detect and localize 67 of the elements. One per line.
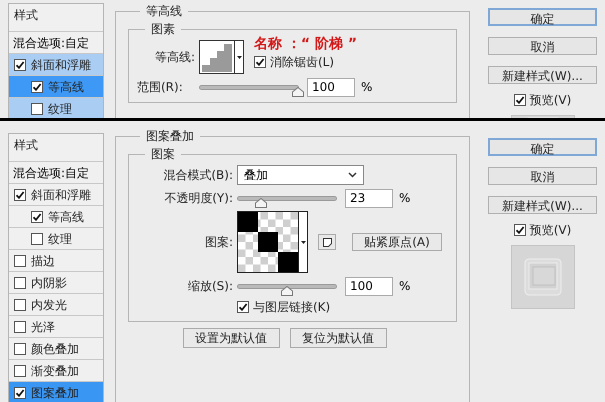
section-title: 等高线 — [145, 3, 183, 20]
dialog-button[interactable]: 确定 — [488, 8, 597, 26]
checkbox[interactable] — [14, 298, 26, 310]
value-field[interactable]: 23 — [345, 188, 393, 208]
style-list-item[interactable]: 纹理 — [9, 97, 103, 118]
dialog-button[interactable]: 确定 — [488, 138, 597, 156]
checkered-pattern-icon — [238, 212, 298, 272]
checkbox[interactable] — [31, 102, 43, 114]
unit-label: % — [399, 190, 410, 207]
field-label: 缩放(S): — [186, 278, 233, 295]
value-field[interactable]: 100 — [307, 78, 355, 96]
field-label: 不透明度(Y): — [163, 190, 233, 207]
checkbox[interactable] — [14, 254, 26, 266]
checkbox[interactable] — [31, 210, 43, 222]
chevron-down-icon — [348, 172, 357, 178]
contour-picker[interactable] — [199, 40, 244, 74]
checkbox[interactable] — [14, 342, 26, 354]
annotation-text: 名称 ：“ 阶梯 ” — [254, 35, 358, 53]
new-preset-button[interactable] — [318, 234, 336, 250]
group-title: 图素 — [150, 21, 176, 38]
checkbox[interactable] — [31, 232, 43, 244]
staircase-contour-icon — [200, 41, 234, 73]
snap-to-origin-button[interactable]: 贴紧原点(A) — [352, 233, 442, 251]
checkbox[interactable] — [14, 276, 26, 288]
unit-label: % — [361, 79, 372, 96]
checkbox-label: 预览(V) — [530, 92, 572, 109]
checkbox[interactable] — [254, 56, 266, 68]
style-list-item[interactable]: 等高线 — [9, 75, 103, 97]
checkbox[interactable] — [14, 58, 26, 70]
checkbox[interactable] — [514, 94, 526, 106]
style-list-item[interactable]: 斜面和浮雕 — [9, 53, 103, 75]
dropdown-arrow-icon — [236, 56, 242, 58]
dialog-button[interactable]: 取消 — [488, 167, 597, 185]
checkbox[interactable] — [237, 301, 249, 313]
dialog-button[interactable]: 取消 — [488, 37, 597, 55]
page-icon — [322, 238, 332, 246]
dialog-button[interactable]: 新建样式(W)... — [488, 196, 597, 214]
checkbox-label: 与图层链接(K) — [253, 299, 330, 316]
checkbox[interactable] — [14, 320, 26, 332]
default-button[interactable]: 设置为默认值 — [182, 328, 280, 348]
field-label: 范围(R): — [137, 79, 184, 96]
slider-thumb[interactable] — [292, 86, 304, 96]
default-button[interactable]: 复位为默认值 — [290, 328, 386, 348]
checkbox[interactable] — [14, 386, 26, 398]
slider-thumb[interactable] — [254, 198, 267, 208]
checkbox[interactable] — [14, 188, 26, 200]
dialog-button[interactable]: 新建样式(W)... — [488, 66, 597, 84]
checkbox[interactable] — [31, 80, 43, 92]
dropdown-arrow-icon — [300, 240, 306, 244]
field-label: 混合模式(B): — [162, 167, 233, 184]
styles-header: 样式 — [13, 7, 39, 24]
group-title: 图案 — [150, 146, 176, 163]
styles-header: 样式 — [13, 137, 39, 154]
blend-mode-select[interactable]: 叠加 — [237, 165, 364, 185]
checkbox[interactable] — [514, 224, 526, 236]
unit-label: % — [399, 278, 410, 295]
slider-thumb[interactable] — [281, 286, 293, 296]
value-field[interactable]: 100 — [345, 276, 393, 296]
checkbox[interactable] — [14, 364, 26, 376]
field-label: 等高线: — [154, 49, 195, 66]
section-title: 图案叠加 — [145, 128, 195, 145]
pattern-picker[interactable] — [237, 211, 308, 273]
style-list-item[interactable]: 图案叠加 — [9, 381, 103, 402]
checkbox-label: 消除锯齿(L) — [270, 54, 334, 71]
field-label: 图案: — [204, 234, 233, 251]
bevel-square-icon — [522, 257, 562, 297]
checkbox-label: 预览(V) — [530, 222, 572, 239]
